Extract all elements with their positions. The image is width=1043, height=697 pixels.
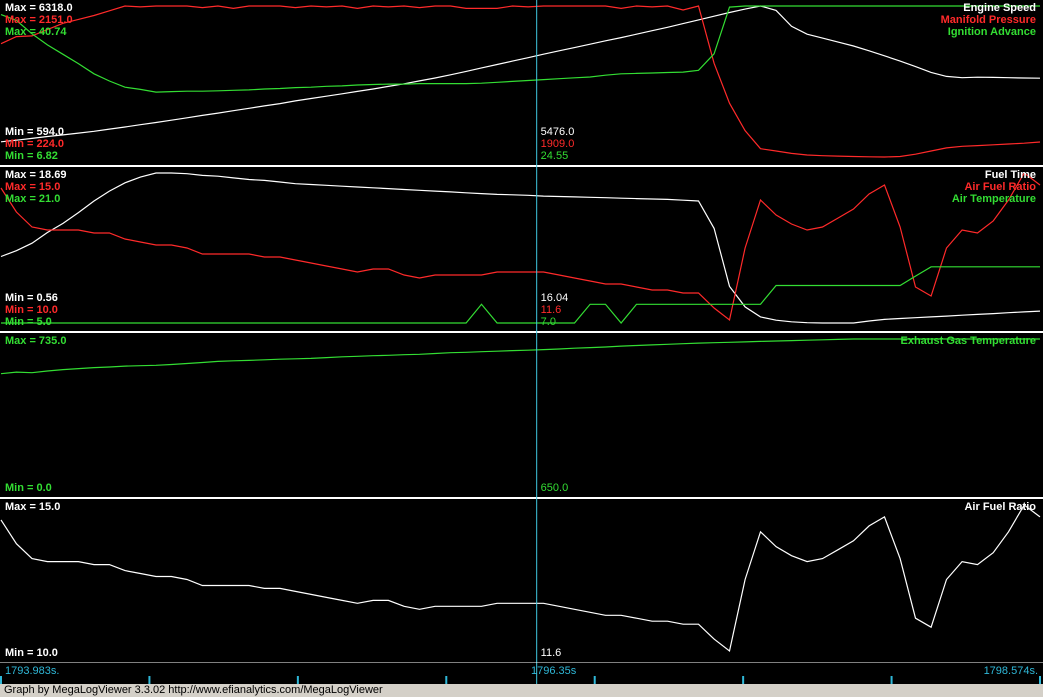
cursor-value-exhaust-gas-temperature: 650.0 bbox=[540, 482, 569, 494]
graph-canvas[interactable] bbox=[0, 0, 1043, 662]
min-label-fuel-time: Min = 0.56 bbox=[5, 292, 58, 304]
series-fuel-time[interactable] bbox=[0, 172, 1041, 324]
trace-name-air-fuel-ratio[interactable]: Air Fuel Ratio bbox=[964, 501, 1036, 513]
trace-name-ignition-advance[interactable]: Ignition Advance bbox=[948, 26, 1036, 38]
trace-name-fuel-time[interactable]: Fuel Time bbox=[985, 169, 1036, 181]
status-footer: Graph by MegaLogViewer 3.3.02 http://www… bbox=[0, 684, 1043, 697]
cursor-value-air-fuel-ratio: 11.6 bbox=[540, 647, 562, 659]
trace-name-air-fuel-ratio[interactable]: Air Fuel Ratio bbox=[964, 181, 1036, 193]
max-label-engine-speed: Max = 6318.0 bbox=[5, 2, 73, 14]
series-exhaust-gas-temperature[interactable] bbox=[0, 338, 1040, 375]
time-ticks bbox=[0, 662, 1043, 684]
trace-name-engine-speed[interactable]: Engine Speed bbox=[963, 2, 1036, 14]
min-label-air-temperature: Min = 5.0 bbox=[5, 316, 52, 328]
time-axis[interactable]: 1793.983s. 1796.35s 1798.574s. bbox=[0, 662, 1043, 684]
series-engine-speed[interactable] bbox=[0, 5, 1041, 143]
max-label-manifold-pressure: Max = 2151.0 bbox=[5, 14, 73, 26]
cursor-value-ignition-advance: 24.55 bbox=[540, 150, 569, 162]
min-label-exhaust-gas-temperature: Min = 0.0 bbox=[5, 482, 52, 494]
min-label-manifold-pressure: Min = 224.0 bbox=[5, 138, 65, 150]
trace-name-manifold-pressure[interactable]: Manifold Pressure bbox=[941, 14, 1036, 26]
max-label-ignition-advance: Max = 40.74 bbox=[5, 26, 67, 38]
max-label-fuel-time: Max = 18.69 bbox=[5, 169, 67, 181]
cursor-value-manifold-pressure: 1909.0 bbox=[540, 138, 575, 150]
log-graph[interactable]: Max = 6318.0 Engine Speed Min = 594.0 5476.… bbox=[0, 0, 1043, 662]
cursor-value-air-temperature: 7.0 bbox=[540, 316, 556, 328]
min-label-air-fuel-ratio: Min = 10.0 bbox=[5, 647, 58, 659]
series-air-temperature[interactable] bbox=[1, 266, 1040, 324]
series-air-fuel-ratio[interactable] bbox=[0, 504, 1041, 653]
max-label-exhaust-gas-temperature: Max = 735.0 bbox=[5, 335, 67, 347]
series-ignition-advance[interactable] bbox=[0, 5, 1040, 93]
footer-credit: Graph by MegaLogViewer 3.3.02 http://www… bbox=[4, 684, 383, 696]
min-label-ignition-advance: Min = 6.82 bbox=[5, 150, 58, 162]
trace-name-exhaust-gas-temperature[interactable]: Exhaust Gas Temperature bbox=[900, 335, 1036, 347]
cursor-value-air-fuel-ratio: 11.6 bbox=[540, 304, 562, 316]
min-label-engine-speed: Min = 594.0 bbox=[5, 126, 65, 138]
max-label-air-fuel-ratio: Max = 15.0 bbox=[5, 181, 61, 193]
max-label-air-fuel-ratio: Max = 15.0 bbox=[5, 501, 61, 513]
min-label-air-fuel-ratio: Min = 10.0 bbox=[5, 304, 58, 316]
cursor-value-engine-speed: 5476.0 bbox=[540, 126, 575, 138]
cursor-value-fuel-time: 16.04 bbox=[540, 292, 569, 304]
max-label-air-temperature: Max = 21.0 bbox=[5, 193, 61, 205]
trace-name-air-temperature[interactable]: Air Temperature bbox=[952, 193, 1036, 205]
